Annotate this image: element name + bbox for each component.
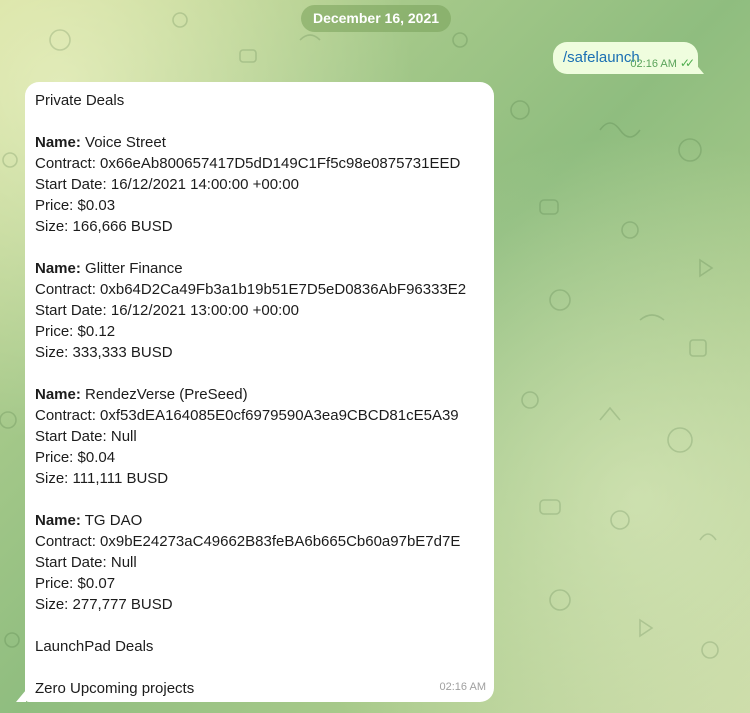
deal-start-date: Start Date: Null [35, 554, 137, 571]
deal-name: RendezVerse (PreSeed) [85, 386, 248, 403]
deal-name: Voice Street [85, 134, 166, 151]
deal-name-row: Name: RendezVerse (PreSeed) [35, 384, 484, 405]
deal-name-row: Name: TG DAO [35, 510, 484, 531]
incoming-message-bubble[interactable]: Private Deals Name: Voice Street Contrac… [25, 82, 494, 702]
deal-name: TG DAO [84, 512, 143, 529]
outgoing-message-meta: 02:16 AM ✓✓ [630, 56, 695, 70]
deal-contract: Contract: 0xf53dEA164085E0cf6979590A3ea9… [35, 407, 459, 424]
section-heading-private-deals: Private Deals [35, 92, 125, 109]
section-heading-launchpad-deals: LaunchPad Deals [35, 638, 154, 655]
deal-name-row: Name: Voice Street [35, 132, 484, 153]
incoming-message-time: 02:16 AM [439, 681, 486, 693]
deal-name-label: Name: [35, 134, 81, 151]
outgoing-message-text[interactable]: /safelaunch [563, 49, 640, 66]
deal-size: Size: 166,666 BUSD [35, 218, 173, 235]
deal-size: Size: 333,333 BUSD [35, 344, 173, 361]
deal-size: Size: 111,111 BUSD [35, 470, 169, 487]
deal-size: Size: 277,777 BUSD [35, 596, 173, 613]
deal-name-row: Name: Glitter Finance [35, 258, 484, 279]
deal-price: Price: $0.12 [35, 323, 116, 340]
deal-price: Price: $0.07 [35, 575, 116, 592]
deal-name-label: Name: [35, 260, 81, 277]
deal-start-date: Start Date: 16/12/2021 13:00:00 +00:00 [35, 302, 299, 319]
deal-contract: Contract: 0x9bE24273aC49662B83feBA6b665C… [35, 533, 461, 550]
deal-name-label: Name: [35, 386, 81, 403]
incoming-bubble-tail [16, 690, 26, 702]
deal-contract: Contract: 0xb64D2Ca49Fb3a1b19b51E7D5eD08… [35, 281, 467, 298]
deal-name: Glitter Finance [85, 260, 183, 277]
double-check-icon: ✓✓ [679, 56, 695, 70]
launchpad-status: Zero Upcoming projects [35, 680, 195, 697]
deal-contract: Contract: 0x66eAb800657417D5dD149C1Ff5c9… [35, 155, 461, 172]
outgoing-message-bubble[interactable]: /safelaunch 02:16 AM ✓✓ [553, 42, 698, 74]
outgoing-message-time: 02:16 AM [630, 58, 677, 70]
deal-start-date: Start Date: 16/12/2021 14:00:00 +00:00 [35, 176, 299, 193]
deal-start-date: Start Date: Null [35, 428, 137, 445]
deal-name-label: Name: [35, 512, 81, 529]
deal-price: Price: $0.04 [35, 449, 116, 466]
date-separator: December 16, 2021 [301, 5, 451, 32]
outgoing-bubble-tail [694, 62, 704, 74]
deal-price: Price: $0.03 [35, 197, 116, 214]
